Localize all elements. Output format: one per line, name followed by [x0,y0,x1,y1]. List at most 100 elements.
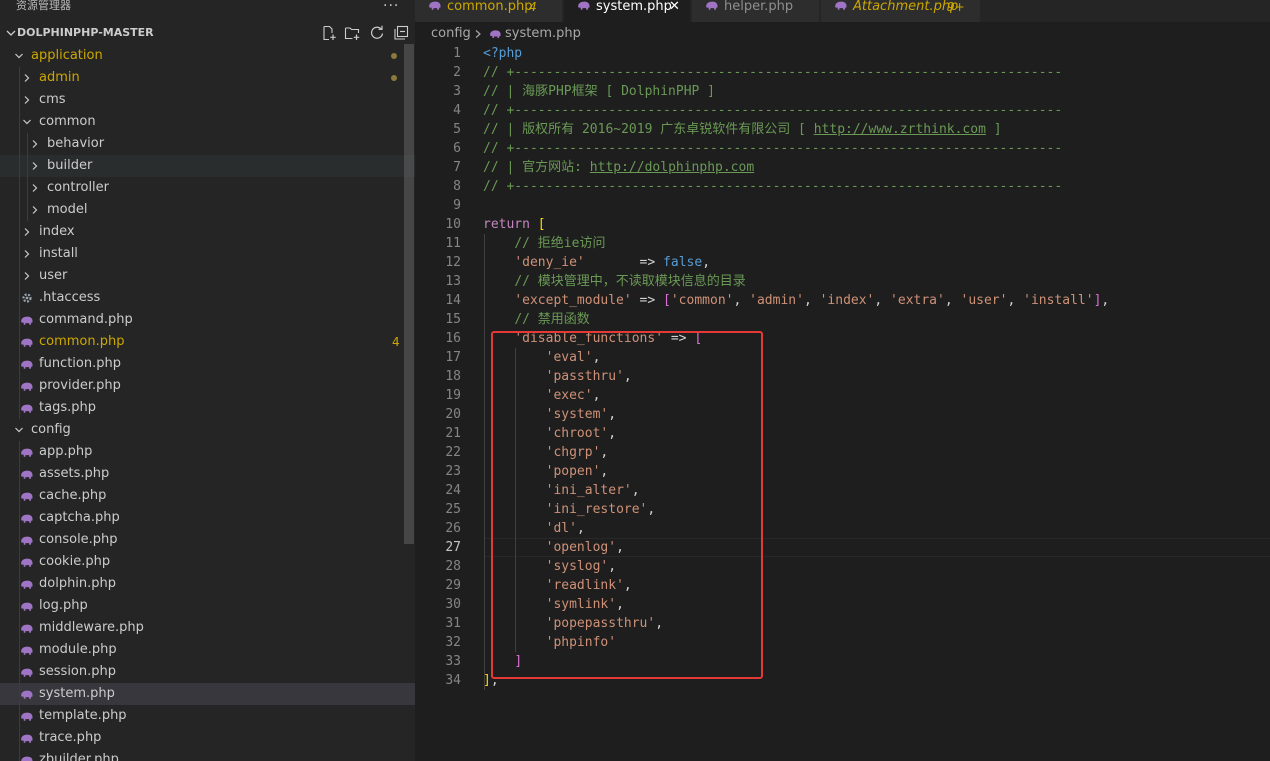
code-line[interactable]: // | 海豚PHP框架 [ DolphinPHP ] [483,82,1270,101]
tree-file[interactable]: assets.php [0,463,415,485]
code-line[interactable]: 'ini_restore', [483,500,1270,519]
code-line[interactable]: 'deny_ie' => false, [483,253,1270,272]
tree-file[interactable]: zbuilder.php [0,749,415,761]
code-line[interactable]: 'popepassthru', [483,614,1270,633]
code-line[interactable]: // 禁用函数 [483,310,1270,329]
close-icon[interactable]: ✕ [669,0,680,14]
explorer-project-header[interactable]: DOLPHINPHP-MASTER [0,22,415,44]
code-line[interactable]: 'syslog', [483,557,1270,576]
code-token: 'chgrp' [545,445,601,460]
code-line[interactable]: // | 官方网站: http://dolphinphp.com [483,158,1270,177]
tree-file[interactable]: app.php [0,441,415,463]
tree-item-label: common [39,114,96,129]
code-token: // | 版权所有 2016~2019 广东卓锐软件有限公司 [ [483,122,814,137]
code-line[interactable]: // | 版权所有 2016~2019 广东卓锐软件有限公司 [ http://… [483,120,1270,139]
code-line[interactable]: 'except_module' => ['common', 'admin', '… [483,291,1270,310]
tree-folder[interactable]: install [0,243,415,265]
code-line[interactable]: // 模块管理中，不读取模块信息的目录 [483,272,1270,291]
tree-file[interactable]: common.php 4 [0,331,415,353]
code-line[interactable]: 'readlink', [483,576,1270,595]
code-line[interactable]: // +------------------------------------… [483,101,1270,120]
line-number: 1 [453,46,461,61]
tree-folder[interactable]: user [0,265,415,287]
code-line[interactable]: ] [483,652,1270,671]
editor-tab[interactable]: common.php 4 [415,0,563,22]
tree-folder[interactable]: config [0,419,415,441]
tree-folder[interactable]: index [0,221,415,243]
tree-folder[interactable]: controller [0,177,415,199]
tree-file[interactable]: system.php [0,683,415,705]
tree-file[interactable]: trace.php [0,727,415,749]
tree-file[interactable]: cookie.php [0,551,415,573]
code-line[interactable]: 'exec', [483,386,1270,405]
tree-file[interactable]: provider.php [0,375,415,397]
tree-indent-guide [27,155,28,177]
code-line[interactable]: 'system', [483,405,1270,424]
code-line[interactable]: ]; [483,671,1270,690]
code-line[interactable]: 'chroot', [483,424,1270,443]
code-line[interactable]: 'ini_alter', [483,481,1270,500]
tree-file[interactable]: console.php [0,529,415,551]
collapse-all-icon[interactable] [393,25,409,41]
sidebar-scrollbar[interactable] [404,44,414,544]
more-actions-button[interactable]: ··· [383,0,399,14]
code-line[interactable]: return [ [483,215,1270,234]
code-line[interactable]: 'openlog', [483,538,1270,557]
code-line[interactable]: 'symlink', [483,595,1270,614]
new-file-icon[interactable] [321,25,337,41]
code-editor[interactable]: 1 2 3 4 5 6 7 8 9 10 11 12 13 14 15 16 17 18 19 20 21 22 23 24 2… [415,44,1270,761]
tree-file[interactable]: dolphin.php [0,573,415,595]
breadcrumb-file[interactable]: system.php [505,22,581,46]
code-token: => [663,331,695,346]
tree-folder[interactable]: behavior [0,133,415,155]
tree-indent-guide [19,133,20,155]
tree-folder[interactable]: application [0,45,415,67]
code-line[interactable]: 'popen', [483,462,1270,481]
tree-file[interactable]: tags.php [0,397,415,419]
code-line[interactable]: 'chgrp', [483,443,1270,462]
code-line[interactable]: // +------------------------------------… [483,63,1270,82]
tree-indent-guide [27,133,28,155]
code-line[interactable]: 'disable_functions' => [ [483,329,1270,348]
code-lines[interactable]: <?php // +-------------------------------… [483,44,1270,690]
code-line[interactable]: // +------------------------------------… [483,177,1270,196]
code-line[interactable]: // 拒绝ie访问 [483,234,1270,253]
tree-file[interactable]: .htaccess [0,287,415,309]
code-token: 'disable_functions' [514,331,664,346]
code-line[interactable]: 'dl', [483,519,1270,538]
tree-file[interactable]: captcha.php [0,507,415,529]
tree-file[interactable]: cache.php [0,485,415,507]
line-number: 14 [445,293,461,308]
editor-tab[interactable]: system.php ✕ [564,0,691,22]
tree-file[interactable]: module.php [0,639,415,661]
code-line[interactable]: 'phpinfo' [483,633,1270,652]
line-number: 12 [445,255,461,270]
code-line[interactable]: 'passthru', [483,367,1270,386]
editor-tab[interactable]: Attachment.php 9+ [821,0,981,22]
code-token: // +------------------------------------… [483,103,1063,118]
editor-tab[interactable]: helper.php [692,0,820,22]
new-folder-icon[interactable] [344,25,360,41]
tab-label: system.php [596,0,672,14]
code-line[interactable]: <?php [483,44,1270,63]
tree-file[interactable]: command.php [0,309,415,331]
line-number: 4 [453,103,461,118]
tree-folder[interactable]: common [0,111,415,133]
tree-folder[interactable]: cms [0,89,415,111]
tree-folder[interactable]: model [0,199,415,221]
code-token: 'extra' [890,293,945,308]
tree-folder[interactable]: builder [0,155,415,177]
tree-file[interactable]: middleware.php [0,617,415,639]
tree-file[interactable]: function.php [0,353,415,375]
code-line[interactable]: 'eval', [483,348,1270,367]
tree-file[interactable]: template.php [0,705,415,727]
tree-file[interactable]: session.php [0,661,415,683]
refresh-icon[interactable] [369,25,385,41]
tree-folder[interactable]: admin [0,67,415,89]
code-line[interactable]: // +------------------------------------… [483,139,1270,158]
breadcrumb-folder[interactable]: config [431,22,471,46]
file-tree: application admin cms common behavior builder… [0,45,415,761]
tree-file[interactable]: log.php [0,595,415,617]
code-line[interactable] [483,196,1270,215]
